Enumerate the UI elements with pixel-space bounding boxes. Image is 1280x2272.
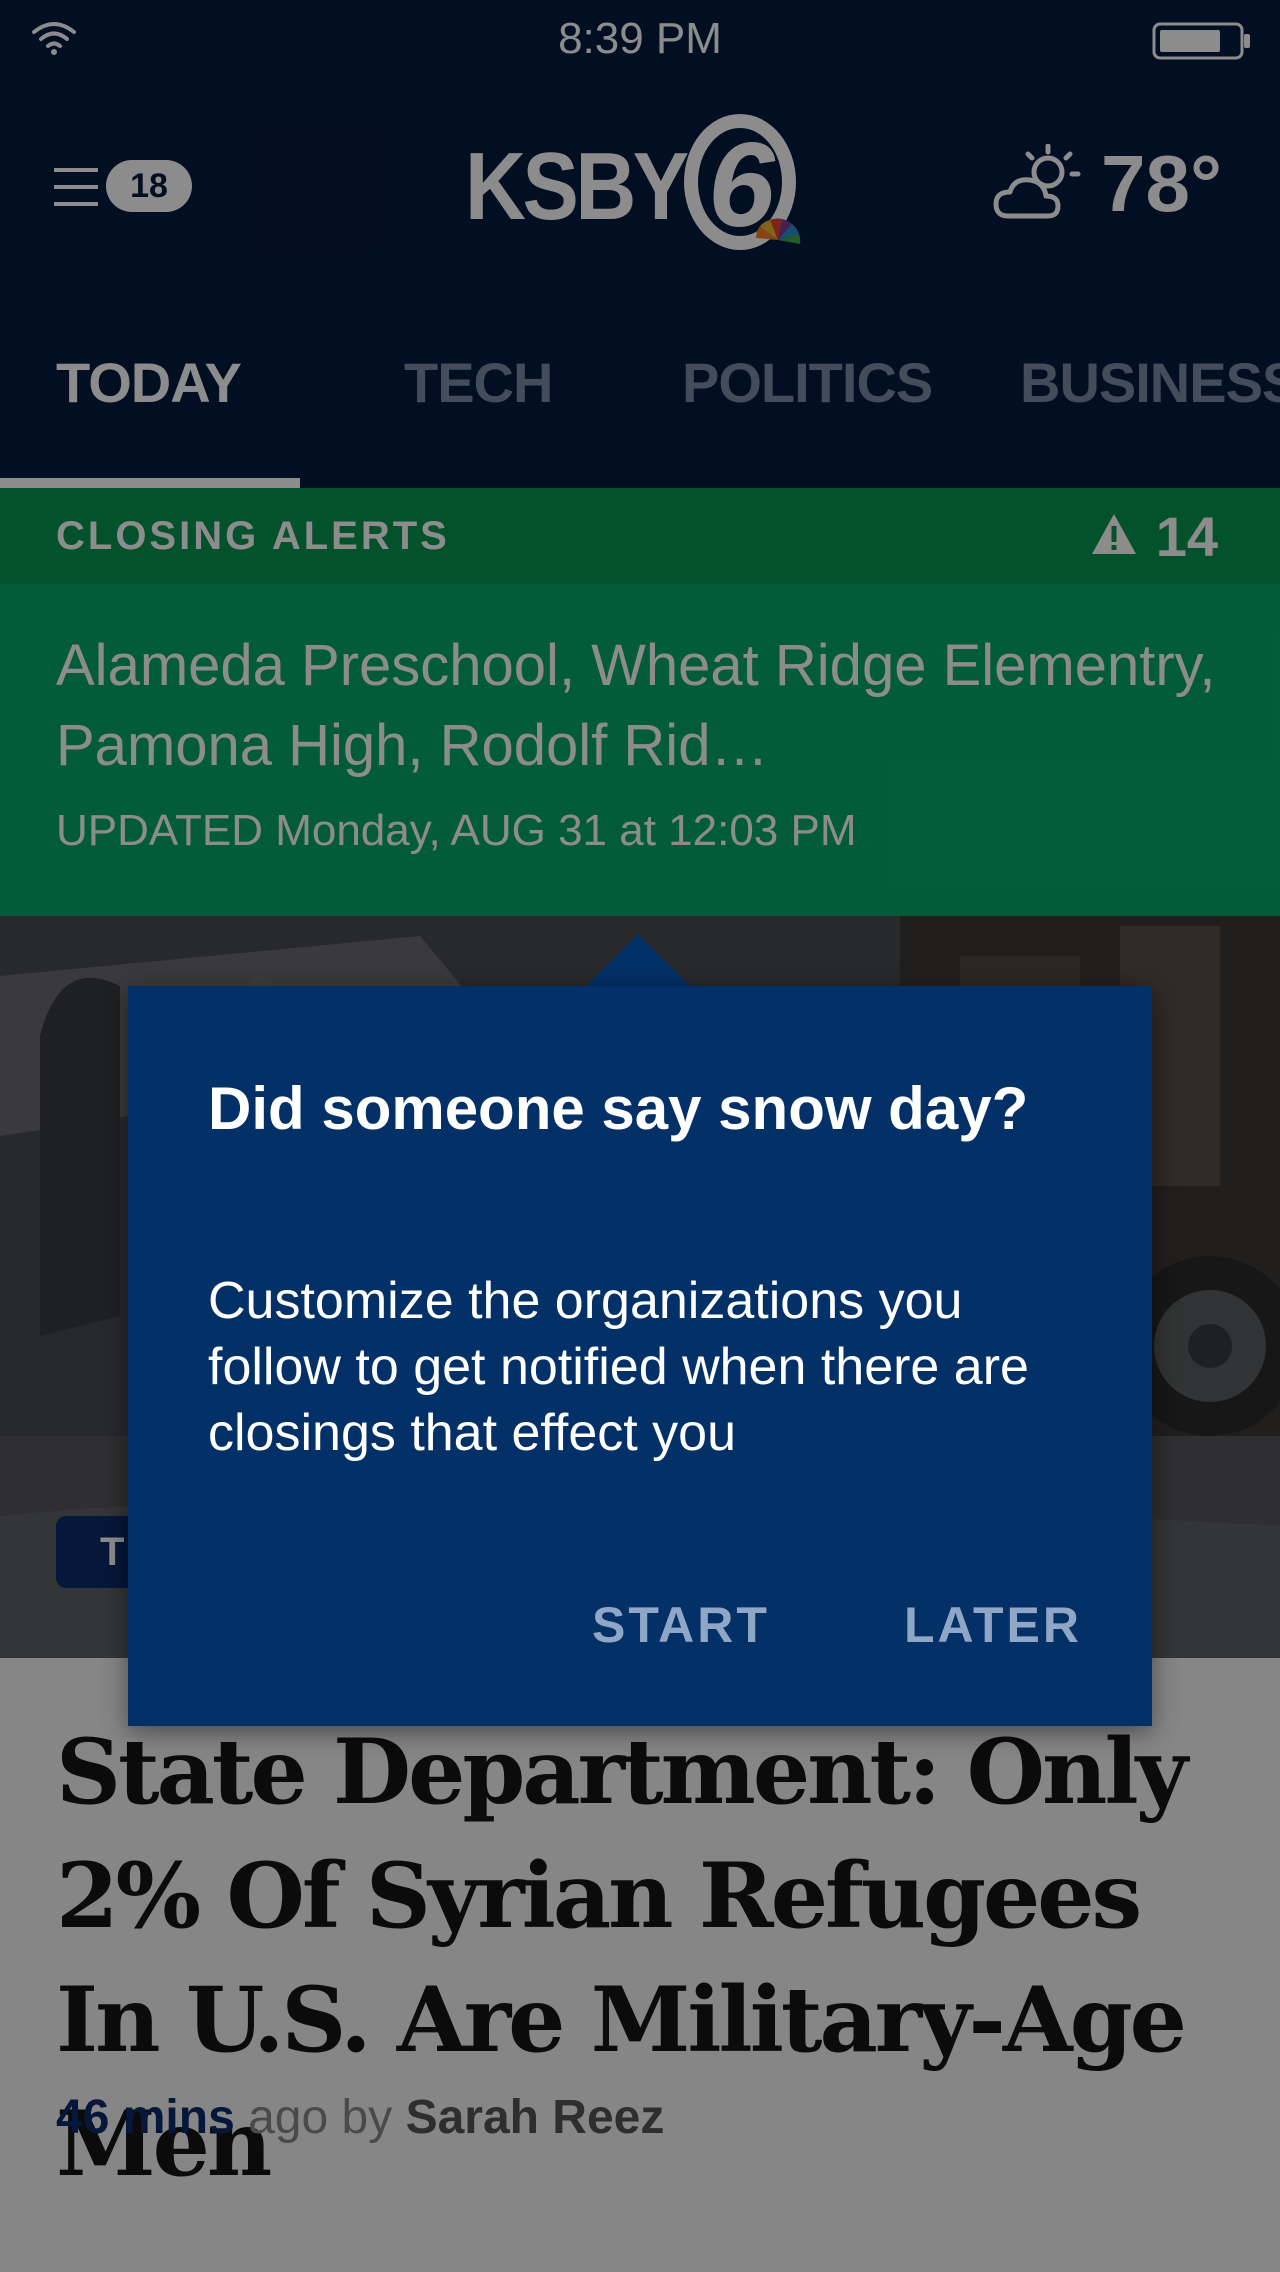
start-button[interactable]: START bbox=[592, 1596, 770, 1654]
popover-body: Customize the organizations you follow t… bbox=[208, 1272, 1029, 1462]
snow-day-popover: Did someone say snow day? Customize the … bbox=[128, 986, 1152, 1726]
popover-title: Did someone say snow day? bbox=[208, 1075, 1029, 1142]
popover-pointer bbox=[584, 934, 692, 988]
later-button[interactable]: LATER bbox=[904, 1596, 1082, 1654]
app-screen: 8:39 PM 18 KSBY 6 78° TODAY TECH POLITIC… bbox=[0, 0, 1280, 2272]
